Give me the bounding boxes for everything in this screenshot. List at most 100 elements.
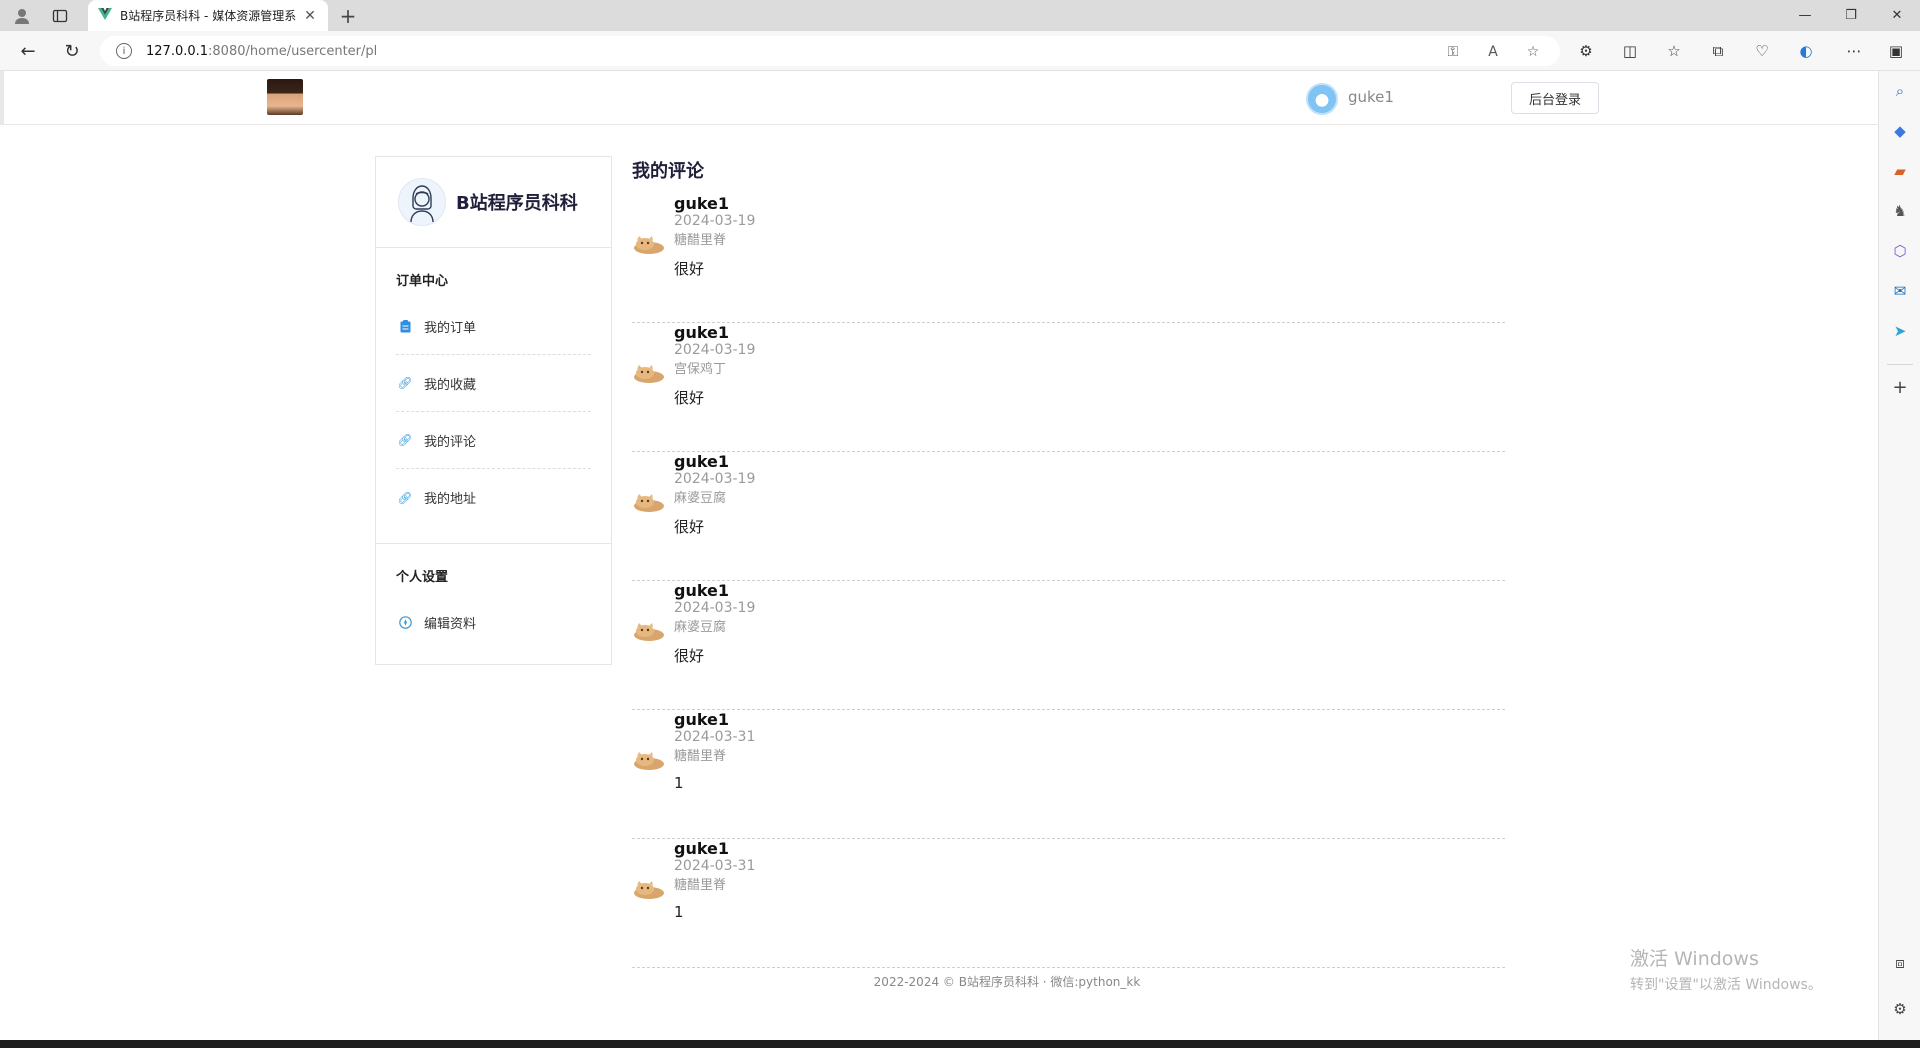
reload-icon[interactable]: ↻ xyxy=(58,37,86,65)
vue-logo-icon xyxy=(98,8,112,23)
search-icon[interactable]: ⌕ xyxy=(1890,81,1910,101)
comment-date: 2024-03-19 xyxy=(674,471,756,487)
order-center-section: 订单中心 我的订单 🔗︎ 我的收藏 🔗︎ 我的评论 🔗︎ 我的地址 xyxy=(376,248,611,526)
brand-avatar xyxy=(398,178,446,226)
user-center-sidebar: B站程序员科科 订单中心 我的订单 🔗︎ 我的收藏 🔗︎ 我的评论 🔗︎ 我的地… xyxy=(375,156,612,665)
comment-item: guke1 2024-03-31 糖醋里脊 1 xyxy=(632,839,1505,968)
comment-avatar xyxy=(632,360,666,384)
profile-icon[interactable] xyxy=(10,0,34,31)
back-icon[interactable]: ← xyxy=(14,37,42,65)
tab-close-icon[interactable]: ✕ xyxy=(302,8,318,24)
settings-gear-icon[interactable]: ⚙ xyxy=(1890,999,1910,1019)
add-icon[interactable]: + xyxy=(1890,377,1910,398)
page-title: 我的评论 xyxy=(632,161,704,182)
comment-username: guke1 xyxy=(674,710,730,729)
footer: 2022-2024 © B站程序员科科 · 微信:python_kk xyxy=(873,975,1141,989)
active-tab[interactable]: B站程序员科科 - 媒体资源管理系 ✕ xyxy=(88,0,328,31)
sidebar-item-edit-profile[interactable]: 编辑资料 xyxy=(396,594,591,651)
compass-icon xyxy=(398,616,412,630)
sidebar-toggle-icon[interactable]: ▣ xyxy=(1886,41,1906,61)
sidebar-item-label: 我的收藏 xyxy=(424,377,477,393)
comment-avatar xyxy=(632,231,666,255)
address-bar[interactable]: i 127.0.0.1:8080/home/usercenter/pl ⚿ A … xyxy=(100,36,1560,66)
comment-date: 2024-03-31 xyxy=(674,858,756,874)
comment-username: guke1 xyxy=(674,581,730,600)
comment-username: guke1 xyxy=(674,452,730,471)
comment-date: 2024-03-19 xyxy=(674,342,756,358)
tools-icon[interactable]: ▰ xyxy=(1890,161,1910,181)
comment-avatar xyxy=(632,747,666,771)
favorite-star-icon[interactable]: ☆ xyxy=(1524,43,1542,61)
comment-dish: 麻婆豆腐 xyxy=(674,620,727,635)
comment-date: 2024-03-19 xyxy=(674,213,756,229)
url-path: :8080/home/usercenter/pl xyxy=(208,43,378,59)
taskbar xyxy=(0,1040,1920,1048)
comment-item: guke1 2024-03-31 糖醋里脊 1 xyxy=(632,710,1505,839)
link-icon: 🔗︎ xyxy=(397,490,413,505)
comment-username: guke1 xyxy=(674,323,730,342)
clipboard-icon xyxy=(398,319,412,333)
personal-settings-title: 个人设置 xyxy=(396,570,449,585)
site-logo[interactable] xyxy=(267,79,303,115)
minimize-icon[interactable]: — xyxy=(1782,0,1828,31)
sidebar-item-label: 编辑资料 xyxy=(424,617,477,632)
url-host: 127.0.0.1 xyxy=(146,43,209,59)
copilot-icon[interactable]: ◐ xyxy=(1796,41,1816,61)
order-center-title: 订单中心 xyxy=(396,274,449,289)
comment-avatar xyxy=(632,618,666,642)
edge-sidebar: ⌕ ◆ ▰ ♞ ⬡ ✉ ➤ + ⧈ ⚙ xyxy=(1878,71,1920,1040)
site-header: guke1 后台登录 xyxy=(0,71,1878,125)
extensions-icon[interactable]: ⚙ xyxy=(1576,41,1596,61)
comment-text: 1 xyxy=(674,774,684,792)
comment-item: guke1 2024-03-19 糖醋里脊很好 xyxy=(632,194,1505,323)
close-window-icon[interactable]: ✕ xyxy=(1874,0,1920,31)
comment-item: guke1 2024-03-19 麻婆豆腐 很好 xyxy=(632,452,1505,581)
comment-text: 很好 xyxy=(674,518,705,536)
browser-essentials-icon[interactable]: ♡ xyxy=(1752,41,1772,61)
user-avatar[interactable] xyxy=(1306,83,1338,115)
comment-date: 2024-03-19 xyxy=(674,600,756,616)
tab-actions-icon[interactable] xyxy=(48,0,72,31)
sidebar-item-my-favorites[interactable]: 🔗︎ 我的收藏 xyxy=(396,355,591,412)
comment-username: guke1 xyxy=(674,194,730,213)
watermark-line2: 转到"设置"以激活 Windows。 xyxy=(1630,977,1822,993)
sidebar-item-my-comments[interactable]: 🔗︎ 我的评论 xyxy=(396,412,591,469)
split-screen-icon[interactable]: ◫ xyxy=(1620,41,1640,61)
screenshot-icon[interactable]: ⧈ xyxy=(1890,953,1910,973)
sidebar-item-label: 我的地址 xyxy=(424,492,477,507)
comment-text: 很好 xyxy=(674,647,705,665)
comment-dish: 宫保鸡丁 xyxy=(674,362,727,377)
comment-avatar xyxy=(632,489,666,513)
games-icon[interactable]: ♞ xyxy=(1890,201,1910,221)
office-icon[interactable]: ⬡ xyxy=(1890,241,1910,261)
favorites-icon[interactable]: ☆ xyxy=(1664,41,1684,61)
admin-login-button[interactable]: 后台登录 xyxy=(1511,82,1599,114)
key-icon[interactable]: ⚿ xyxy=(1444,43,1462,61)
comment-text: 1 xyxy=(674,903,684,921)
comment-text: 很好 xyxy=(674,389,705,407)
sidebar-item-my-address[interactable]: 🔗︎ 我的地址 xyxy=(396,469,591,526)
sidebar-item-label: 我的评论 xyxy=(424,434,477,450)
restore-icon[interactable]: ❐ xyxy=(1828,0,1874,31)
collections-icon[interactable]: ⧉ xyxy=(1708,41,1728,61)
windows-activation-watermark: 激活 Windows 转到"设置"以激活 Windows。 xyxy=(1630,944,1822,994)
more-menu-icon[interactable]: ⋯ xyxy=(1844,41,1864,61)
outlook-icon[interactable]: ✉ xyxy=(1890,281,1910,301)
header-username[interactable]: guke1 xyxy=(1348,88,1394,106)
comment-dish: 糖醋里脊 xyxy=(674,233,727,248)
watermark-line1: 激活 Windows xyxy=(1630,948,1759,970)
link-icon: 🔗︎ xyxy=(397,376,413,390)
link-icon: 🔗︎ xyxy=(397,433,413,447)
site-info-icon[interactable]: i xyxy=(116,43,132,59)
comment-dish: 糖醋里脊 xyxy=(674,749,727,764)
sidebar-item-my-orders[interactable]: 我的订单 xyxy=(396,298,591,355)
comment-text: 很好 xyxy=(674,260,705,278)
read-aloud-icon[interactable]: A xyxy=(1484,43,1502,61)
comment-date: 2024-03-31 xyxy=(674,729,756,745)
comment-avatar xyxy=(632,876,666,900)
comment-username: guke1 xyxy=(674,839,730,858)
shopping-tag-icon[interactable]: ◆ xyxy=(1890,121,1910,141)
drop-icon[interactable]: ➤ xyxy=(1890,321,1910,341)
new-tab-icon[interactable]: + xyxy=(336,0,360,31)
address-toolbar: ← ↻ i 127.0.0.1:8080/home/usercenter/pl … xyxy=(0,31,1920,71)
